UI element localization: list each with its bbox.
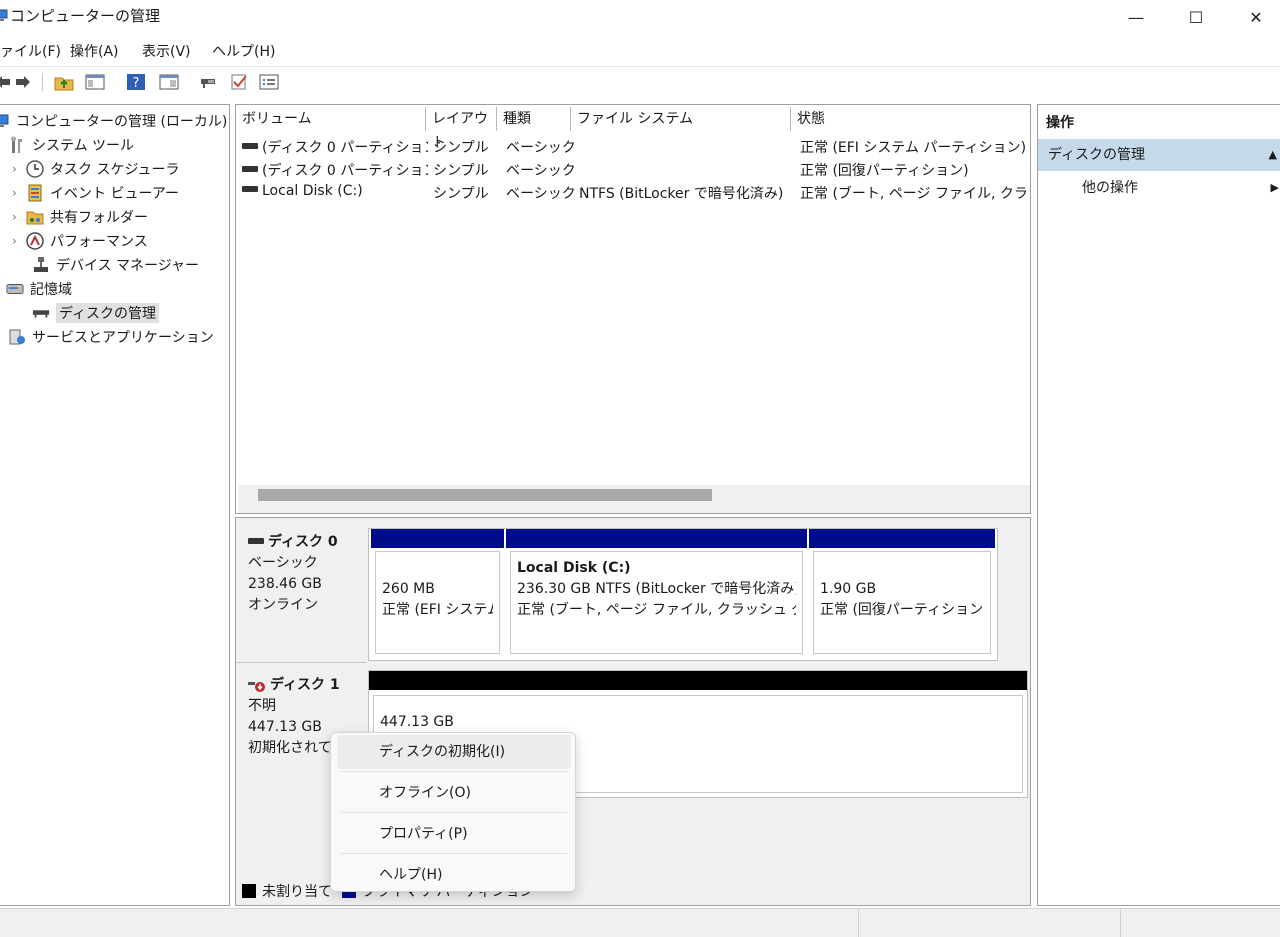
menu-view[interactable]: 表示(V) [142, 41, 191, 61]
chevron-right-icon[interactable]: › [12, 234, 26, 248]
actions-pane: 操作 ディスクの管理 ▲ 他の操作 ▶ [1037, 104, 1280, 906]
help-icon[interactable]: ? [125, 71, 147, 93]
disk-icon [242, 143, 258, 149]
navigation-tree: コンピューターの管理 (ローカル) システム ツール › タスク スケジューラ … [0, 104, 230, 906]
column-header-layout[interactable]: レイアウト [426, 107, 497, 151]
tree-item-task-scheduler[interactable]: › タスク スケジューラ [12, 158, 179, 180]
tree-item-device-manager[interactable]: デバイス マネージャー [32, 254, 199, 276]
list-icon[interactable] [258, 71, 280, 93]
svg-text:?: ? [133, 76, 140, 91]
disk-error-icon [248, 679, 266, 693]
storage-icon [6, 280, 24, 298]
partition-color-bar [369, 671, 1027, 690]
tree-root[interactable]: コンピューターの管理 (ローカル) [0, 110, 227, 132]
partition-color-bar [506, 529, 807, 548]
maximize-button[interactable]: ☐ [1166, 0, 1226, 34]
column-header-status[interactable]: 状態 [791, 107, 1032, 131]
computer-management-icon [0, 8, 8, 22]
computer-management-icon [0, 112, 10, 130]
properties-icon[interactable] [158, 71, 180, 93]
disk0-label[interactable]: ディスク 0 ベーシック 238.46 GB オンライン [236, 532, 366, 616]
status-segment [1120, 909, 1280, 937]
window-title: コンピューターの管理 [10, 7, 161, 25]
chevron-right-icon[interactable]: › [12, 186, 26, 200]
minimize-icon: — [1128, 7, 1144, 27]
volume-list: ボリューム レイアウト 種類 ファイル システム 状態 (ディスク 0 パーティ… [235, 104, 1031, 514]
unallocated-swatch [242, 884, 256, 898]
partition-local-disk-c[interactable]: Local Disk (C:) 236.30 GB NTFS (BitLocke… [506, 529, 807, 658]
minimize-button[interactable]: — [1106, 0, 1166, 34]
connect-icon[interactable] [198, 71, 220, 93]
menu-separator [341, 853, 567, 854]
submenu-arrow-icon: ▶ [1270, 181, 1279, 194]
tree-item-event-viewer[interactable]: › イベント ビューアー [12, 182, 179, 204]
actions-more[interactable]: 他の操作 ▶ [1038, 175, 1280, 201]
volume-list-header: ボリューム レイアウト 種類 ファイル システム 状態 [236, 107, 1032, 151]
disk0-partitions: 260 MB 正常 (EFI システム Local Disk (C:) 236.… [368, 528, 998, 661]
tools-icon [8, 136, 26, 154]
partition-recovery[interactable]: 1.90 GB 正常 (回復パーティション) [809, 529, 995, 658]
menu-file[interactable]: ァイル(F) [0, 41, 61, 61]
maximize-icon: ☐ [1188, 7, 1204, 27]
tree-item-disk-management[interactable]: ディスクの管理 [32, 302, 160, 324]
context-menu: ディスクの初期化(I) オフライン(O) プロパティ(P) ヘルプ(H) [330, 732, 576, 892]
close-icon: ✕ [1249, 7, 1263, 27]
shared-folder-icon [26, 208, 44, 226]
menu-bar: ァイル(F) 操作(A) 表示(V) ヘルプ(H) [0, 38, 1280, 64]
up-folder-icon[interactable] [53, 71, 75, 93]
event-viewer-icon [26, 184, 44, 202]
menu-help[interactable]: ヘルプ(H) [212, 41, 275, 61]
forward-icon[interactable] [12, 71, 34, 93]
menu-item-offline[interactable]: オフライン(O) [337, 776, 571, 810]
disk-icon [242, 186, 258, 192]
column-header-type[interactable]: 種類 [497, 107, 571, 131]
chevron-right-icon[interactable]: › [12, 162, 26, 176]
partition-color-bar [371, 529, 504, 548]
disk-icon [242, 166, 258, 172]
table-row[interactable]: Local Disk (C:) シンプル ベーシック NTFS (BitLock… [236, 181, 1032, 204]
scrollbar-thumb[interactable] [258, 489, 712, 501]
services-icon [8, 328, 26, 346]
device-manager-icon [32, 256, 50, 274]
toolbar: ? [0, 66, 1280, 98]
menu-item-properties[interactable]: プロパティ(P) [337, 817, 571, 851]
status-bar [0, 908, 1280, 937]
column-header-volume[interactable]: ボリューム [236, 107, 426, 131]
tree-item-services-applications[interactable]: サービスとアプリケーション [8, 326, 214, 348]
table-row[interactable]: (ディスク 0 パーティション 4) シンプル ベーシック 正常 (回復パーティ… [236, 158, 1032, 181]
actions-section-disk-management[interactable]: ディスクの管理 ▲ [1038, 139, 1280, 171]
chevron-right-icon[interactable]: › [12, 210, 26, 224]
clock-icon [26, 160, 44, 178]
partition-color-bar [809, 529, 995, 548]
performance-icon [26, 232, 44, 250]
collapse-up-icon[interactable]: ▲ [1269, 139, 1277, 171]
toolbar-separator [42, 73, 43, 91]
tree-item-shared-folders[interactable]: › 共有フォルダー [12, 206, 148, 228]
disk-icon [248, 537, 264, 544]
close-button[interactable]: ✕ [1226, 0, 1280, 34]
menu-item-help[interactable]: ヘルプ(H) [337, 858, 571, 892]
menu-separator [341, 771, 567, 772]
title-bar: コンピューターの管理 — ☐ ✕ [0, 0, 1280, 34]
column-header-file-system[interactable]: ファイル システム [571, 107, 791, 131]
tree-item-system-tools[interactable]: システム ツール [8, 134, 134, 156]
tree-item-performance[interactable]: › パフォーマンス [12, 230, 148, 252]
show-tree-icon[interactable] [84, 71, 106, 93]
check-icon[interactable] [228, 71, 250, 93]
menu-item-initialize-disk[interactable]: ディスクの初期化(I) [337, 735, 571, 769]
disk-icon [32, 304, 50, 322]
tree-item-storage[interactable]: 記憶域 [6, 278, 72, 300]
menu-separator [341, 812, 567, 813]
actions-header: 操作 [1046, 115, 1074, 131]
status-segment [858, 909, 1120, 937]
table-row[interactable]: (ディスク 0 パーティション 1) シンプル ベーシック 正常 (EFI シス… [236, 135, 1032, 158]
partition-efi[interactable]: 260 MB 正常 (EFI システム [371, 529, 504, 658]
menu-action[interactable]: 操作(A) [70, 41, 119, 61]
